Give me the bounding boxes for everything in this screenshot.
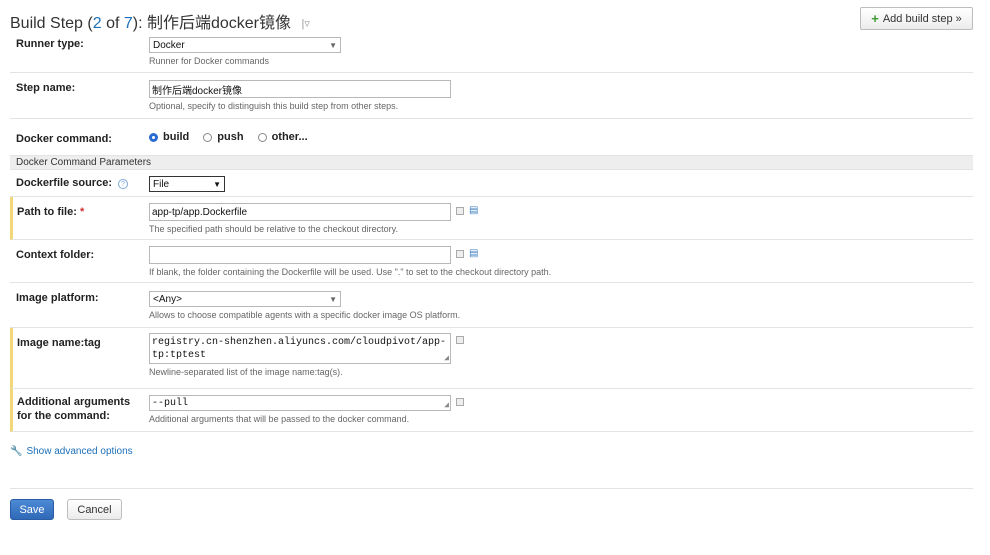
image-name-tag-line-1: registry.cn-shenzhen.aliyuncs.com/cloudp… [152,337,447,348]
runner-type-value: Docker [153,39,185,51]
step-name-note: Optional, specify to distinguish this bu… [149,101,399,111]
image-name-tag-label: Image name:tag [17,337,101,349]
add-build-step-label: Add build step » [882,12,962,25]
image-platform-value: <Any> [153,293,182,305]
path-to-file-input[interactable]: app-tp/app.Dockerfile [149,203,451,221]
dockerfile-source-value: File [153,178,170,190]
additional-args-tools [456,398,464,406]
required-marker: * [79,206,85,218]
image-name-tag-row: Image name:tag registry.cn-shenzhen.aliy… [10,328,973,389]
additional-args-row: Additional arguments for the command: --… [10,389,973,432]
show-advanced-options-label: Show advanced options [26,446,133,457]
file-tree-icon[interactable]: ▤ [469,206,478,216]
context-folder-tools: ▤ [456,249,478,259]
plus-icon: + [871,11,879,26]
resize-grip-icon[interactable]: ◢ [444,402,449,410]
help-icon[interactable]: ? [117,179,128,189]
image-name-tag-tools [456,336,464,344]
radio-push[interactable]: push [203,131,244,143]
context-folder-row: Context folder: If blank, the folder con… [10,240,973,283]
docker-command-label: Docker command: [16,133,112,145]
add-build-step-button[interactable]: + Add build step » [860,7,973,30]
chevron-down-icon: ▼ [329,294,337,304]
additional-args-textarea[interactable]: --pull ◢ [149,395,451,411]
image-platform-select[interactable]: <Any> ▼ [149,291,341,307]
radio-other-indicator[interactable] [257,132,267,142]
file-tree-icon[interactable]: ▤ [469,249,478,259]
context-folder-label: Context folder: [16,249,95,261]
additional-args-value: --pull [152,398,189,409]
runner-type-label: Runner type: [16,38,84,50]
parameter-list-icon[interactable] [456,398,464,406]
additional-args-note: Additional arguments that will be passed… [149,414,410,424]
show-advanced-options-link[interactable]: 🔧 Show advanced options [10,446,133,457]
cancel-button[interactable]: Cancel [67,499,122,520]
path-to-file-note: The specified path should be relative to… [149,224,398,234]
radio-push-indicator[interactable] [203,132,213,142]
parameter-list-icon[interactable] [456,336,464,344]
parameter-list-icon[interactable] [456,207,464,215]
parameter-list-icon[interactable] [456,250,464,258]
step-name-input[interactable]: 制作后端docker镜像 [149,80,451,98]
radio-build-indicator[interactable] [149,132,158,142]
resize-grip-icon[interactable]: ◢ [444,355,449,363]
path-to-file-label-wrap: Path to file: * [17,205,84,219]
step-menu-dropdown-icon[interactable]: |▿ [301,17,309,30]
docker-command-parameters-header: Docker Command Parameters [10,156,973,170]
path-to-file-row: Path to file: * app-tp/app.Dockerfile Th… [10,197,973,240]
chevron-down-icon: ▼ [329,40,337,50]
dockerfile-source-select[interactable]: File ▼ [149,176,225,192]
runner-type-row: Runner type: Docker ▼ Runner for Docker … [10,30,973,73]
context-folder-note: If blank, the folder containing the Dock… [149,267,552,277]
context-folder-input[interactable] [149,246,451,264]
dockerfile-source-label-wrap: Dockerfile source:? [16,176,128,190]
image-name-tag-note: Newline-separated list of the image name… [149,367,343,377]
radio-build[interactable]: build [149,131,189,143]
step-name-label: Step name: [16,82,76,94]
image-platform-label: Image platform: [16,292,99,304]
runner-type-select[interactable]: Docker ▼ [149,37,341,53]
additional-args-label-line-2: for the command: [17,410,110,422]
image-name-tag-line-2: tp:tptest [152,350,207,361]
radio-push-label: push [217,131,244,143]
path-to-file-label: Path to file: [17,206,77,218]
image-name-tag-textarea[interactable]: registry.cn-shenzhen.aliyuncs.com/cloudp… [149,333,451,364]
build-step-form: Runner type: Docker ▼ Runner for Docker … [10,30,973,432]
save-button[interactable]: Save [10,499,54,520]
additional-args-label: Additional arguments for the command: [17,395,130,423]
footer-divider [10,488,973,489]
runner-type-note: Runner for Docker commands [149,56,270,66]
path-to-file-tools: ▤ [456,206,478,216]
wrench-icon: 🔧 [10,446,23,457]
radio-other-label: other... [271,131,308,143]
image-platform-row: Image platform: <Any> ▼ Allows to choose… [10,283,973,328]
dockerfile-source-row: Dockerfile source:? File ▼ [10,170,973,197]
radio-other[interactable]: other... [257,131,308,143]
step-name-row: Step name: 制作后端docker镜像 Optional, specif… [10,73,973,119]
dockerfile-source-label: Dockerfile source: [16,177,112,189]
additional-args-label-line-1: Additional arguments [17,396,131,408]
image-platform-note: Allows to choose compatible agents with … [149,310,461,320]
chevron-down-icon: ▼ [213,179,221,189]
docker-command-radio-group: build push other... [149,131,308,143]
radio-build-label: build [163,131,190,143]
docker-command-row: Docker command: build push other... [10,119,973,156]
